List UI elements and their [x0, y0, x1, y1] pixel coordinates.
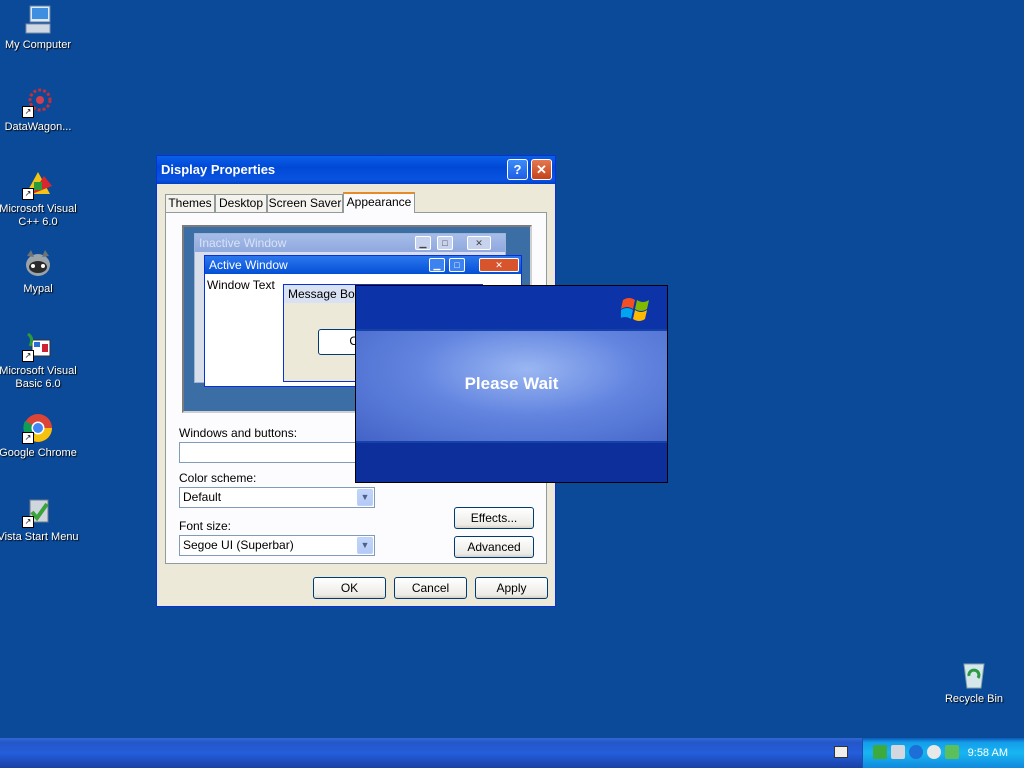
- color-scheme-select[interactable]: Default ▼: [179, 487, 375, 508]
- shortcut-arrow-icon: ↗: [22, 432, 34, 444]
- tab-screen-saver[interactable]: Screen Saver: [267, 194, 343, 212]
- shield-icon[interactable]: [873, 745, 887, 759]
- desktop-icon-label: Microsoft Visual Basic 6.0: [0, 365, 77, 390]
- close-button[interactable]: ✕: [531, 159, 552, 180]
- visual-cpp-icon: ↗: [22, 168, 54, 200]
- windows-and-buttons-select[interactable]: [179, 442, 375, 463]
- advanced-button[interactable]: Advanced: [454, 536, 534, 558]
- maximize-icon: □: [449, 258, 465, 272]
- recycle-bin-icon: [958, 658, 990, 690]
- chevron-down-icon[interactable]: ▼: [357, 489, 373, 506]
- please-wait-splash: Please Wait: [355, 285, 668, 483]
- mypal-icon: [22, 248, 54, 280]
- desktop-icon-visual-cpp[interactable]: ↗ Microsoft Visual C++ 6.0: [0, 168, 80, 229]
- splash-header: [356, 286, 667, 329]
- visual-basic-icon: ↗: [22, 330, 54, 362]
- close-icon: ✕: [536, 162, 547, 177]
- preview-window-text: Window Text: [207, 278, 275, 292]
- taskbar: 9:58 AM: [0, 738, 1024, 768]
- speaker-icon[interactable]: [927, 745, 941, 759]
- desktop-icon-label: DataWagon...: [4, 121, 72, 133]
- computer-icon: [22, 4, 54, 36]
- windows-logo-icon: [619, 294, 651, 322]
- color-scheme-label: Color scheme:: [179, 471, 257, 485]
- splash-footer: [356, 443, 667, 482]
- maximize-icon: □: [437, 236, 453, 250]
- splash-body: Please Wait: [356, 331, 667, 441]
- preview-inactive-title: Inactive Window: [195, 234, 505, 252]
- close-icon: ✕: [467, 236, 491, 250]
- effects-button[interactable]: Effects...: [454, 507, 534, 529]
- help-icon: ?: [513, 162, 522, 177]
- system-tray: 9:58 AM: [862, 738, 1024, 768]
- tab-appearance[interactable]: Appearance: [343, 192, 415, 213]
- network-icon[interactable]: [891, 745, 905, 759]
- windows-and-buttons-label: Windows and buttons:: [179, 426, 298, 440]
- window-titlebar[interactable]: Display Properties ? ✕: [157, 156, 555, 184]
- minimize-icon: ▁: [429, 258, 445, 272]
- datawagon-icon: ↗: [22, 86, 54, 118]
- shortcut-arrow-icon: ↗: [22, 106, 34, 118]
- desktop-icon-label: Google Chrome: [0, 447, 77, 459]
- desktop-icon-mypal[interactable]: Mypal: [0, 248, 80, 296]
- desktop-icon-label: Vista Start Menu: [0, 531, 79, 543]
- vista-start-icon: ↗: [22, 496, 54, 528]
- cancel-button[interactable]: Cancel: [394, 577, 467, 599]
- ok-button[interactable]: OK: [313, 577, 386, 599]
- desktop-icon-google-chrome[interactable]: ↗ Google Chrome: [0, 412, 80, 460]
- help-button[interactable]: ?: [507, 159, 528, 180]
- desktop-icon-visual-basic[interactable]: ↗ Microsoft Visual Basic 6.0: [0, 330, 80, 391]
- shortcut-arrow-icon: ↗: [22, 188, 34, 200]
- tab-themes[interactable]: Themes: [165, 194, 215, 212]
- please-wait-message: Please Wait: [464, 374, 559, 393]
- close-icon: ✕: [479, 258, 519, 272]
- update-icon[interactable]: [945, 745, 959, 759]
- window-title: Display Properties: [161, 162, 276, 177]
- keyboard-icon[interactable]: [834, 746, 848, 758]
- desktop-icon-label: Mypal: [23, 283, 53, 295]
- minimize-icon: ▁: [415, 236, 431, 250]
- desktop-icon-recycle-bin[interactable]: Recycle Bin: [932, 658, 1016, 706]
- desktop-icon-label: Microsoft Visual C++ 6.0: [0, 203, 77, 228]
- tab-desktop[interactable]: Desktop: [215, 194, 267, 212]
- font-size-select[interactable]: Segoe UI (Superbar) ▼: [179, 535, 375, 556]
- desktop-icon-vista-start-menu[interactable]: ↗ Vista Start Menu: [0, 496, 80, 544]
- shortcut-arrow-icon: ↗: [22, 350, 34, 362]
- font-size-label: Font size:: [179, 519, 232, 533]
- color-scheme-value: Default: [183, 490, 222, 504]
- desktop-icon-my-computer[interactable]: My Computer: [0, 4, 80, 52]
- desktop-icon-datawagon[interactable]: ↗ DataWagon...: [0, 86, 80, 134]
- font-size-value: Segoe UI (Superbar): [183, 538, 294, 552]
- desktop-icon-label: My Computer: [4, 39, 72, 51]
- preview-active-title: Active Window: [205, 256, 521, 274]
- shortcut-arrow-icon: ↗: [22, 516, 34, 528]
- globe-icon[interactable]: [909, 745, 923, 759]
- chevron-down-icon[interactable]: ▼: [357, 537, 373, 554]
- clock[interactable]: 9:58 AM: [968, 738, 1008, 768]
- desktop-icon-label: Recycle Bin: [944, 693, 1004, 705]
- chrome-icon: ↗: [22, 412, 54, 444]
- apply-button[interactable]: Apply: [475, 577, 548, 599]
